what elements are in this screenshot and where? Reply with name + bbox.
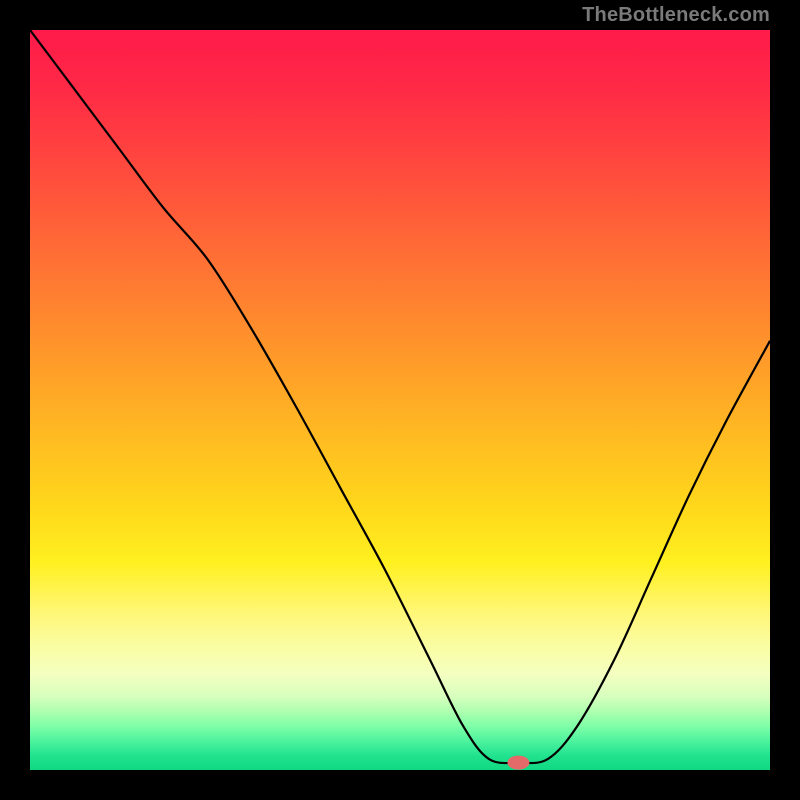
chart-frame: TheBottleneck.com [0,0,800,800]
optimum-marker [507,756,529,770]
plot-area [30,30,770,770]
watermark-text: TheBottleneck.com [582,4,770,27]
bottleneck-curve [30,30,770,763]
plot-svg [30,30,770,770]
